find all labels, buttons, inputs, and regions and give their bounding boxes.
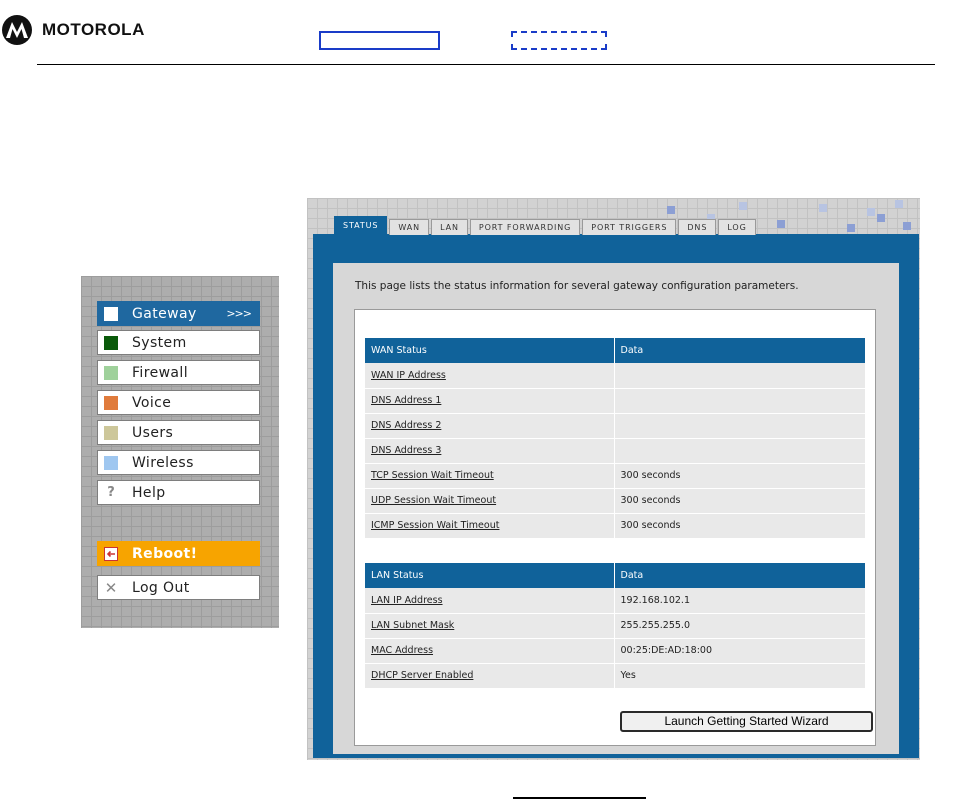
- table-header: Data: [614, 563, 865, 588]
- table-header-row: LAN Status Data: [365, 563, 865, 588]
- decor-square: [819, 204, 827, 212]
- motorola-logo: MOTOROLA: [0, 15, 145, 45]
- table-cell: 00:25:DE:AD:18:00: [614, 638, 865, 664]
- nav-item-logout[interactable]: ✕ Log Out: [97, 575, 260, 600]
- brand-name: MOTOROLA: [42, 20, 145, 39]
- table-cell: [614, 413, 865, 439]
- table-header: Data: [614, 338, 865, 363]
- nav-label: Log Out: [132, 579, 190, 596]
- icmp-timeout-link[interactable]: ICMP Session Wait Timeout: [365, 513, 615, 539]
- nav-item-system[interactable]: System: [97, 330, 260, 355]
- reboot-icon: [104, 546, 118, 561]
- table-row: DNS Address 2: [365, 413, 865, 439]
- decor-square: [847, 224, 855, 232]
- nav-label: Firewall: [132, 364, 188, 381]
- decor-square: [877, 214, 885, 222]
- decor-square: [777, 220, 785, 228]
- lan-subnet-mask-link[interactable]: LAN Subnet Mask: [365, 613, 615, 639]
- dns-address-1-link[interactable]: DNS Address 1: [365, 388, 615, 414]
- tcp-timeout-link[interactable]: TCP Session Wait Timeout: [365, 463, 615, 489]
- nav-item-help[interactable]: ? Help: [97, 480, 260, 505]
- intro-text: This page lists the status information f…: [355, 280, 799, 292]
- nav-label: Gateway: [132, 305, 197, 322]
- decor-square: [739, 202, 747, 210]
- nav-item-voice[interactable]: Voice: [97, 390, 260, 415]
- tab-bar: STATUS WAN LAN PORT FORWARDING PORT TRIG…: [334, 216, 758, 235]
- wan-ip-address-link[interactable]: WAN IP Address: [365, 363, 615, 389]
- table-cell: Yes: [614, 663, 865, 689]
- table-cell: [614, 438, 865, 464]
- nav-item-wireless[interactable]: Wireless: [97, 450, 260, 475]
- wan-status-table: WAN Status Data WAN IP Address DNS Addre…: [365, 338, 865, 539]
- tab-port-forwarding[interactable]: PORT FORWARDING: [469, 219, 581, 235]
- white-square-icon: [104, 306, 118, 321]
- table-row: LAN Subnet Mask 255.255.255.0: [365, 613, 865, 639]
- table-cell: [614, 388, 865, 414]
- nav-label: Wireless: [132, 454, 194, 471]
- question-icon: ?: [107, 485, 115, 500]
- decor-square: [667, 206, 675, 214]
- lan-status-table: LAN Status Data LAN IP Address 192.168.1…: [365, 563, 865, 689]
- dns-address-2-link[interactable]: DNS Address 2: [365, 413, 615, 439]
- decor-square: [867, 208, 875, 216]
- nav-label: Users: [132, 424, 174, 441]
- table-header-row: WAN Status Data: [365, 338, 865, 363]
- nav-item-gateway[interactable]: Gateway >>>: [97, 301, 260, 326]
- table-header: WAN Status: [365, 338, 615, 363]
- launch-wizard-button[interactable]: Launch Getting Started Wizard: [620, 711, 873, 732]
- table-cell: 192.168.102.1: [614, 588, 865, 614]
- tab-status[interactable]: STATUS: [334, 216, 388, 235]
- nav-label: Help: [132, 484, 166, 501]
- nav-item-firewall[interactable]: Firewall: [97, 360, 260, 385]
- tab-port-triggers[interactable]: PORT TRIGGERS: [582, 219, 677, 235]
- table-header: LAN Status: [365, 563, 615, 588]
- table-cell: 300 seconds: [614, 513, 865, 539]
- table-cell: 255.255.255.0: [614, 613, 865, 639]
- udp-timeout-link[interactable]: UDP Session Wait Timeout: [365, 488, 615, 514]
- table-row: DHCP Server Enabled Yes: [365, 663, 865, 689]
- nav-label: System: [132, 334, 187, 351]
- table-row: TCP Session Wait Timeout 300 seconds: [365, 463, 865, 489]
- decor-square: [895, 200, 903, 208]
- table-cell: 300 seconds: [614, 463, 865, 489]
- table-row: DNS Address 1: [365, 388, 865, 414]
- table-row: DNS Address 3: [365, 438, 865, 464]
- light-green-square-icon: [104, 365, 118, 380]
- motorola-batwing-icon: [2, 15, 32, 45]
- nav-label: Voice: [132, 394, 172, 411]
- nav-label: Reboot!: [132, 545, 198, 562]
- orange-square-icon: [104, 395, 118, 410]
- navigation-panel: Gateway >>> System Firewall Voice Users …: [81, 276, 279, 628]
- table-cell: 300 seconds: [614, 488, 865, 514]
- dns-address-3-link[interactable]: DNS Address 3: [365, 438, 615, 464]
- close-icon: ✕: [104, 578, 118, 597]
- table-cell: [614, 363, 865, 389]
- mac-address-link[interactable]: MAC Address: [365, 638, 615, 664]
- table-row: UDP Session Wait Timeout 300 seconds: [365, 488, 865, 514]
- table-row: ICMP Session Wait Timeout 300 seconds: [365, 513, 865, 539]
- header-divider: [37, 64, 935, 65]
- table-row: MAC Address 00:25:DE:AD:18:00: [365, 638, 865, 664]
- light-blue-square-icon: [104, 455, 118, 470]
- tab-lan[interactable]: LAN: [431, 219, 468, 235]
- nav-item-users[interactable]: Users: [97, 420, 260, 445]
- tan-square-icon: [104, 425, 118, 440]
- annotation-box-dashed: [511, 31, 607, 50]
- dhcp-server-enabled-link[interactable]: DHCP Server Enabled: [365, 663, 615, 689]
- tab-dns[interactable]: DNS: [678, 219, 717, 235]
- green-square-icon: [104, 335, 118, 350]
- tab-wan[interactable]: WAN: [389, 219, 430, 235]
- annotation-box: [319, 31, 440, 50]
- table-row: LAN IP Address 192.168.102.1: [365, 588, 865, 614]
- decor-square: [903, 222, 911, 230]
- nav-item-reboot[interactable]: Reboot!: [97, 541, 260, 566]
- table-row: WAN IP Address: [365, 363, 865, 389]
- tab-log[interactable]: LOG: [718, 219, 756, 235]
- lan-ip-address-link[interactable]: LAN IP Address: [365, 588, 615, 614]
- chevrons-icon: >>>: [226, 307, 252, 320]
